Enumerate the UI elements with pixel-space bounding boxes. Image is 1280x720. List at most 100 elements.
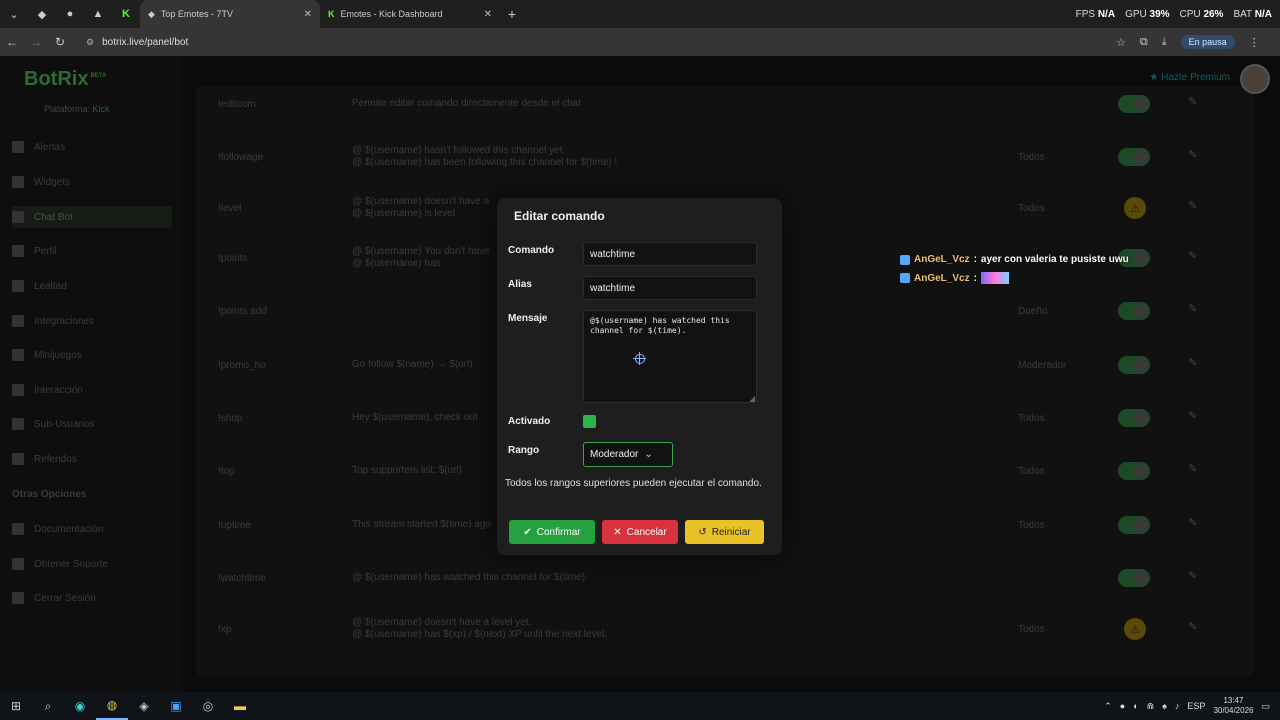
tab-kick-dashboard[interactable]: K Emotes - Kick Dashboard ✕: [320, 0, 500, 28]
notification-icon[interactable]: ▭: [1261, 701, 1270, 712]
app-icon[interactable]: ▣: [160, 692, 192, 720]
enabled-toggle[interactable]: [1118, 462, 1150, 480]
sidebar-item[interactable]: Minijuegos: [12, 344, 172, 366]
system-stats: FPS N/A GPU 39% CPU 26% BAT N/A: [1076, 0, 1272, 28]
modal-title: Editar comando: [514, 209, 605, 223]
sidebar-item-label: Minijuegos: [34, 349, 82, 361]
windows-start-icon[interactable]: ⊞: [0, 692, 32, 720]
check-icon: ✔: [523, 526, 532, 538]
confirm-button[interactable]: ✔ Confirmar: [509, 520, 595, 544]
pencil-icon[interactable]: ✎: [1188, 95, 1197, 108]
sidebar-item[interactable]: Perfil: [12, 240, 172, 262]
pencil-icon[interactable]: ✎: [1188, 356, 1197, 369]
close-icon[interactable]: ✕: [484, 9, 492, 20]
pencil-icon[interactable]: ✎: [1188, 516, 1197, 529]
enabled-toggle[interactable]: [1118, 356, 1150, 374]
sidebar-item[interactable]: Obtener Soporte: [12, 553, 172, 575]
site-info-icon[interactable]: ⚙: [86, 37, 94, 48]
pinned-tab-kick-icon[interactable]: K: [112, 0, 140, 28]
pencil-icon[interactable]: ✎: [1188, 569, 1197, 582]
chat-overlay-line: AnGeL_Vcz: ayer con valeria te pusiste u…: [900, 254, 1129, 265]
url-field[interactable]: ⚙ botrix.live/panel/bot: [78, 32, 1108, 52]
pinned-tab-icon[interactable]: ◆: [28, 0, 56, 28]
command-name: !shop: [218, 412, 243, 424]
tray-icon[interactable]: ●: [1120, 701, 1125, 711]
sidebar-item[interactable]: Interacción: [12, 379, 172, 401]
menu-kebab-icon[interactable]: ⋮: [1249, 36, 1260, 49]
sidebar-item[interactable]: Lealtad: [12, 275, 172, 297]
warning-icon[interactable]: ⚠: [1124, 197, 1146, 219]
sidebar-item-label: Widgets: [34, 176, 71, 188]
tab-favicon-icon: ◆: [148, 8, 155, 19]
command-name: !points add: [218, 305, 267, 317]
sidebar-item[interactable]: Documentación: [12, 518, 172, 540]
app-icon[interactable]: ◈: [128, 692, 160, 720]
command-input[interactable]: [583, 242, 757, 266]
command-message: @ $(username) hasn't followed this chann…: [352, 145, 618, 168]
sidebar-item[interactable]: Cerrar Sesión: [12, 587, 172, 609]
rank-select[interactable]: Moderador ⌄: [583, 442, 673, 467]
resize-grip-icon[interactable]: ◢: [749, 394, 755, 403]
clock-time: 13:47: [1223, 696, 1244, 705]
enabled-checkbox[interactable]: [583, 415, 596, 428]
app-icon[interactable]: ◎: [192, 692, 224, 720]
search-icon[interactable]: ⌕: [32, 692, 64, 720]
pencil-icon[interactable]: ✎: [1188, 302, 1197, 315]
sidebar-item[interactable]: Widgets: [12, 171, 172, 193]
warning-icon[interactable]: ⚠: [1124, 618, 1146, 640]
tab-7tv[interactable]: ◆ Top Emotes - 7TV ✕: [140, 0, 320, 28]
extensions-icon[interactable]: ⧉: [1140, 36, 1148, 49]
profile-button[interactable]: En pausa: [1180, 35, 1235, 49]
pencil-icon[interactable]: ✎: [1188, 462, 1197, 475]
sidebar-item[interactable]: Chat Bot: [12, 206, 172, 228]
sidebar-item[interactable]: Referidos: [12, 448, 172, 470]
enabled-toggle[interactable]: [1118, 409, 1150, 427]
forward-icon[interactable]: →: [24, 35, 48, 49]
chevron-up-icon[interactable]: ⌃: [1104, 701, 1112, 712]
pencil-icon[interactable]: ✎: [1188, 249, 1197, 262]
app-icon[interactable]: ◉: [64, 692, 96, 720]
reload-icon[interactable]: ↻: [48, 35, 72, 49]
enabled-toggle[interactable]: [1118, 516, 1150, 534]
sidebar-item[interactable]: Sub-Usuarios: [12, 413, 172, 435]
new-tab-button[interactable]: +: [500, 6, 524, 22]
pencil-icon[interactable]: ✎: [1188, 409, 1197, 422]
network-icon[interactable]: ⋒: [1147, 701, 1155, 712]
reset-button[interactable]: ↺ Reiniciar: [685, 520, 764, 544]
tray-icon[interactable]: ◐: [1133, 701, 1138, 711]
command-name: !followage: [218, 151, 264, 163]
logo[interactable]: BotRix BETA: [24, 68, 106, 91]
chat-separator: :: [973, 254, 977, 265]
file-explorer-icon[interactable]: ▬: [224, 692, 256, 720]
alias-input[interactable]: [583, 276, 757, 300]
enabled-toggle[interactable]: [1118, 148, 1150, 166]
clock[interactable]: 13:47 30/04/2026: [1213, 696, 1253, 716]
kick-badge-icon: [900, 273, 910, 283]
close-icon[interactable]: ✕: [304, 9, 312, 20]
bookmark-star-icon[interactable]: ☆: [1116, 36, 1126, 49]
pinned-tab-icon[interactable]: ▲: [84, 0, 112, 28]
command-name: !promo_ho: [218, 359, 266, 371]
chrome-icon[interactable]: ◍: [96, 692, 128, 720]
enabled-toggle[interactable]: [1118, 302, 1150, 320]
language-indicator[interactable]: ESP: [1187, 701, 1205, 711]
pencil-icon[interactable]: ✎: [1188, 148, 1197, 161]
pinned-tab-icon[interactable]: ●: [56, 0, 84, 28]
tray-icon[interactable]: ♠: [1162, 701, 1167, 711]
message-textarea[interactable]: @$(username) has watched this channel fo…: [583, 310, 757, 403]
volume-icon[interactable]: ♪: [1175, 701, 1180, 711]
browser-tab-bar: ⌄ ◆ ● ▲ K ◆ Top Emotes - 7TV ✕ K Emotes …: [0, 0, 1280, 28]
back-icon[interactable]: ←: [0, 35, 24, 49]
tab-list-icon[interactable]: ⌄: [0, 0, 28, 28]
platform-value: Kick: [92, 104, 110, 114]
gpu-label: GPU: [1125, 8, 1147, 20]
enabled-toggle[interactable]: [1118, 95, 1150, 113]
sidebar-item[interactable]: Alertas: [12, 136, 172, 158]
pencil-icon[interactable]: ✎: [1188, 199, 1197, 212]
enabled-toggle[interactable]: [1118, 569, 1150, 587]
command-rank: Todos: [1018, 412, 1045, 424]
pencil-icon[interactable]: ✎: [1188, 620, 1197, 633]
cancel-button[interactable]: ✕ Cancelar: [602, 520, 678, 544]
download-icon[interactable]: ⤓: [1162, 36, 1167, 49]
sidebar-item[interactable]: Integraciones: [12, 310, 172, 332]
